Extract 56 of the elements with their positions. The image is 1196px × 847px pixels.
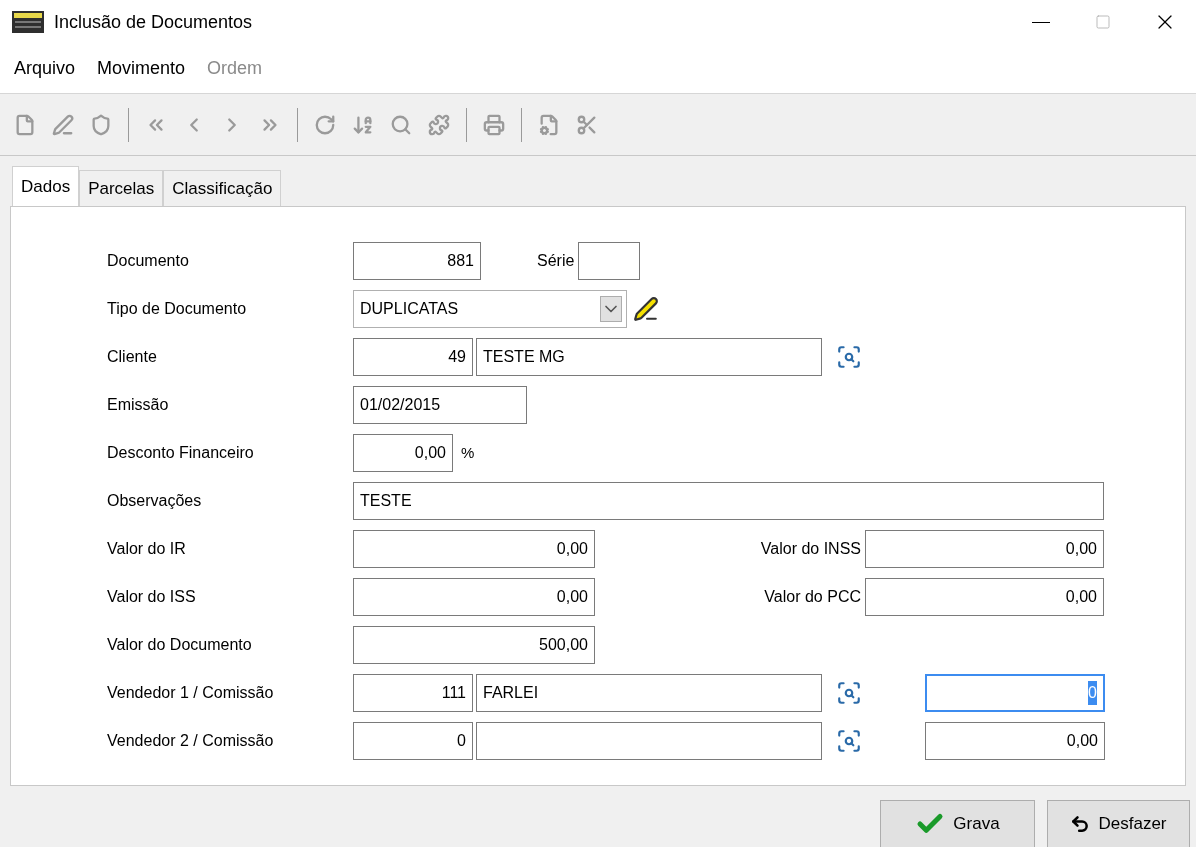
tab[interactable]: Classificação xyxy=(163,170,282,206)
menu-item[interactable]: Movimento xyxy=(97,55,186,82)
input-field[interactable] xyxy=(578,242,641,280)
field-label: Valor do IR xyxy=(107,539,187,559)
field-label: Vendedor 1 / Comissão xyxy=(107,683,275,703)
input-field[interactable]: 0,00 xyxy=(353,434,453,472)
field-label: Valor do Documento xyxy=(107,635,253,655)
shield-icon[interactable] xyxy=(90,113,112,136)
maximize-icon xyxy=(1095,14,1111,30)
tab[interactable]: Parcelas xyxy=(79,170,164,206)
input-field[interactable]: 49 xyxy=(353,338,473,376)
save-button[interactable]: Grava xyxy=(880,800,1035,847)
scissors-icon[interactable] xyxy=(576,113,598,136)
printer-icon[interactable] xyxy=(483,113,505,136)
refresh-icon[interactable] xyxy=(314,113,336,136)
tab[interactable]: Dados xyxy=(12,166,80,206)
input-field[interactable]: FARLEI xyxy=(476,674,822,712)
input-field[interactable]: 0 xyxy=(353,722,473,760)
field-label: Valor do INSS xyxy=(759,539,862,559)
magnifier-icon[interactable] xyxy=(836,680,862,706)
search-icon[interactable] xyxy=(390,113,412,136)
puzzle-icon[interactable] xyxy=(428,113,450,136)
magnifier-icon[interactable] xyxy=(836,344,862,370)
field-label: Emissão xyxy=(107,395,170,415)
minimize-icon xyxy=(1032,21,1050,23)
input-field[interactable]: TESTE xyxy=(353,482,1104,520)
input-field[interactable]: 0,00 xyxy=(865,578,1104,616)
field-label: Desconto Financeiro xyxy=(107,443,255,463)
field-label: Tipo de Documento xyxy=(107,299,248,319)
magnifier-icon[interactable] xyxy=(836,728,862,754)
percent-sign: % xyxy=(461,442,475,463)
field-label: Valor do ISS xyxy=(107,587,197,607)
field-label: Cliente xyxy=(107,347,158,367)
input-field[interactable]: 881 xyxy=(353,242,481,280)
input-field[interactable]: 111 xyxy=(353,674,473,712)
input-field[interactable]: TESTE MG xyxy=(476,338,822,376)
input-field[interactable]: 0,00 xyxy=(353,578,595,616)
field-label: Valor do PCC xyxy=(763,587,862,607)
input-field[interactable]: 0,00 xyxy=(353,530,595,568)
input-field[interactable]: 0,00 xyxy=(925,722,1105,760)
menu-item[interactable]: Arquivo xyxy=(14,55,76,82)
field-label: Documento xyxy=(107,251,190,271)
undo-icon xyxy=(1070,814,1091,834)
undo-button[interactable]: Desfazer xyxy=(1047,800,1190,847)
pen-icon[interactable] xyxy=(633,296,659,322)
field-label: Série xyxy=(537,251,575,271)
field-label: Observações xyxy=(107,491,203,511)
input-field[interactable]: 500,00 xyxy=(353,626,595,664)
input-field[interactable]: 01/02/2015 xyxy=(353,386,527,424)
input-field[interactable]: 0,00 xyxy=(865,530,1104,568)
properties-icon[interactable] xyxy=(538,113,560,136)
field-label: Vendedor 2 / Comissão xyxy=(107,731,275,751)
dropdown[interactable]: DUPLICATAS xyxy=(353,290,627,328)
new-document-icon[interactable] xyxy=(14,113,36,136)
input-field[interactable] xyxy=(476,722,822,760)
window-title: Inclusão de Documentos xyxy=(54,10,253,34)
